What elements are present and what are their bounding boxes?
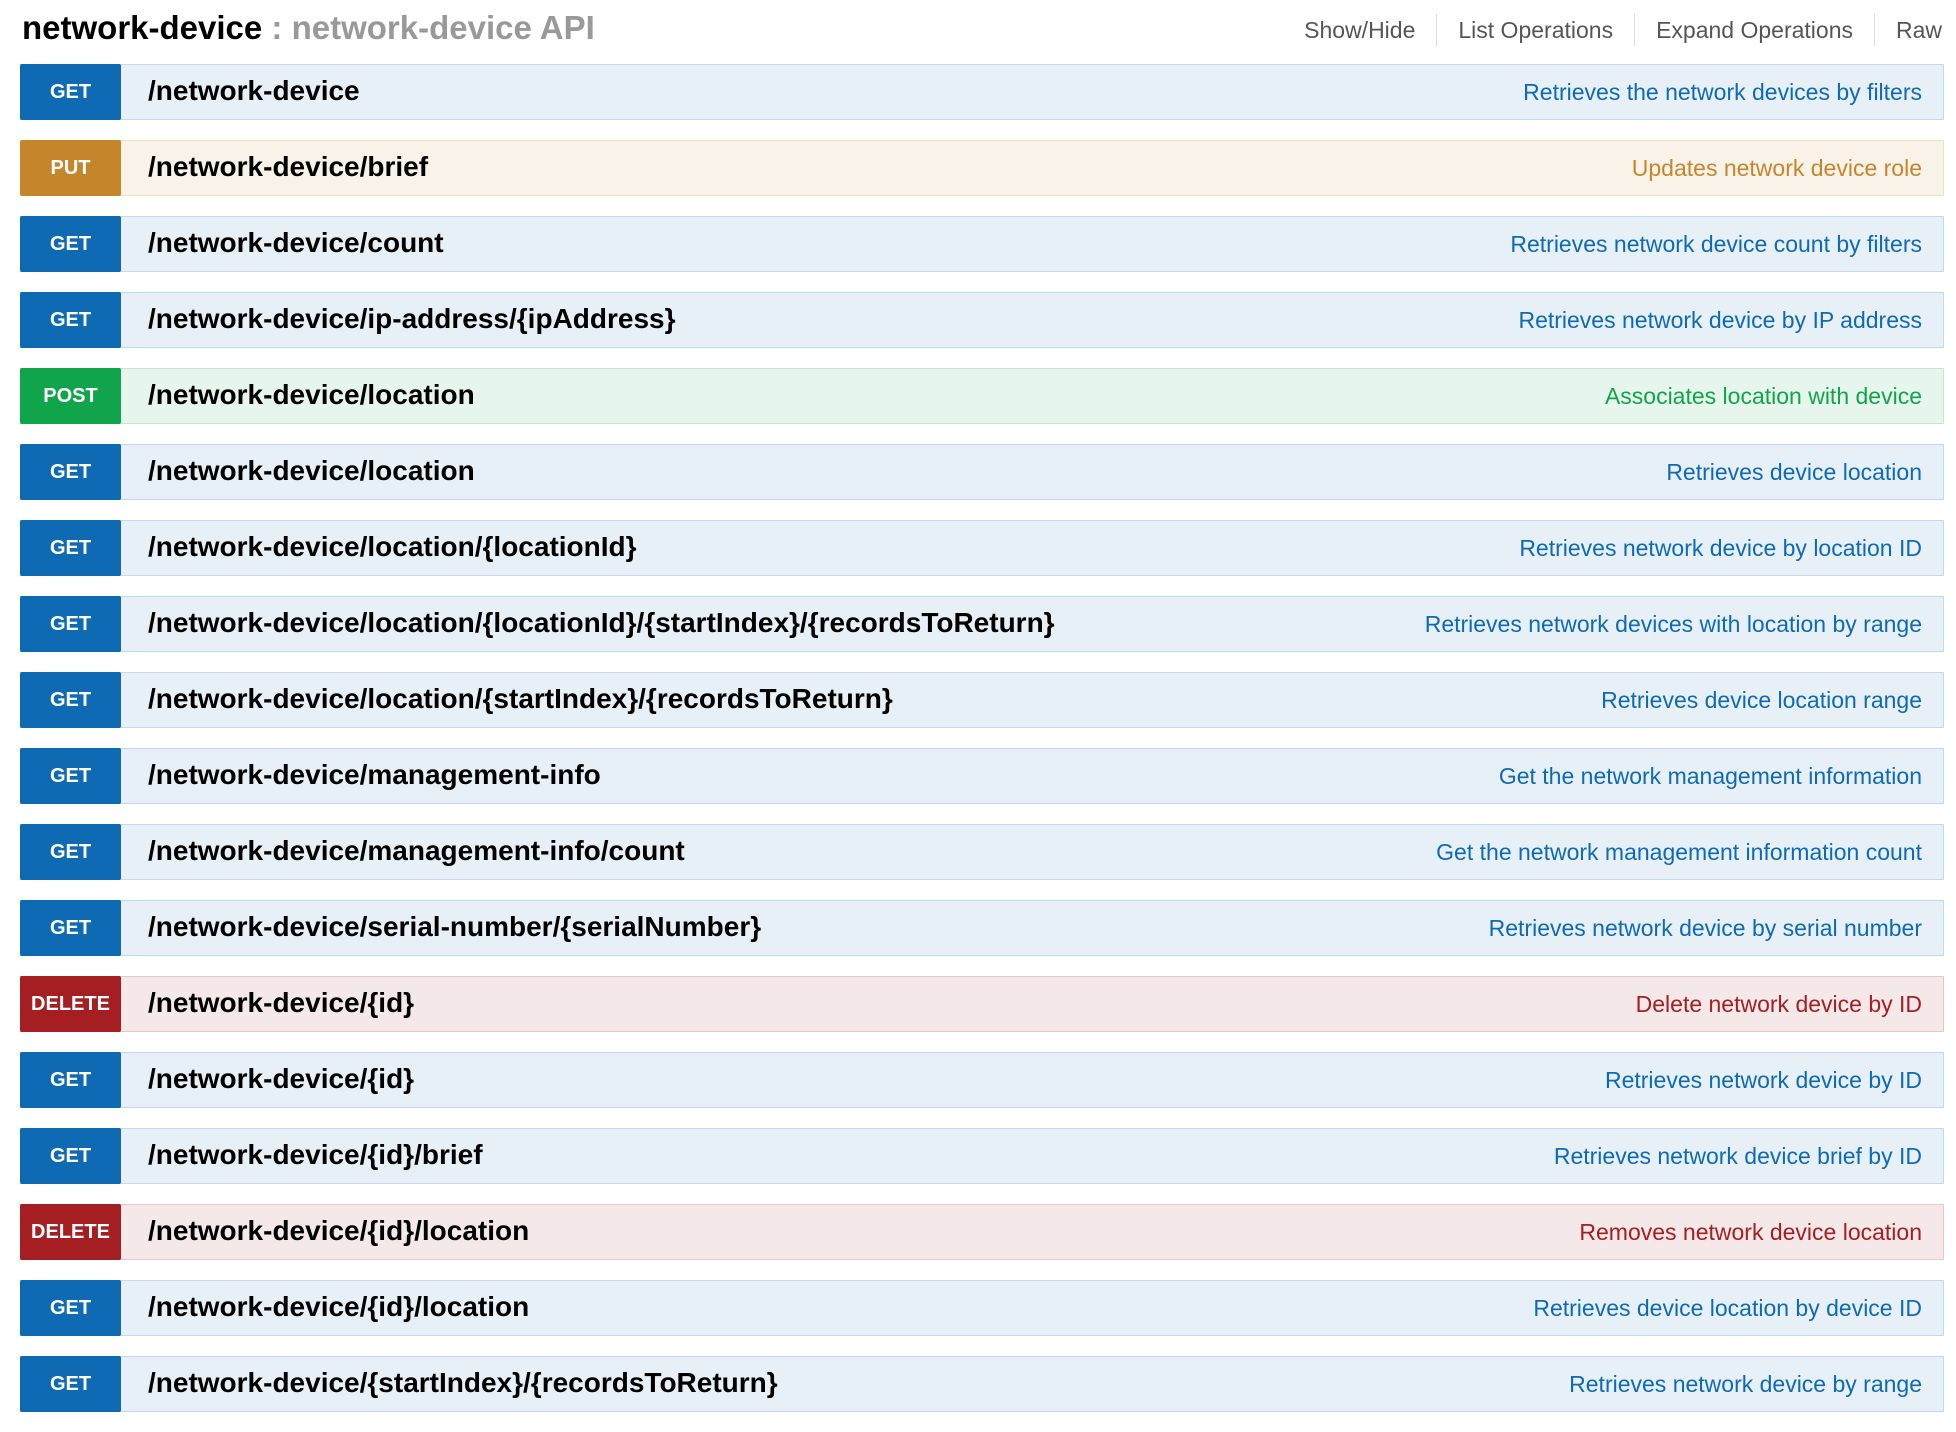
endpoint-summary[interactable]: Retrieves network device count by filter… (1510, 217, 1922, 271)
endpoint-path[interactable]: /network-device/management-info/count (148, 825, 685, 879)
operation-row[interactable]: GET /network-device/management-info/coun… (20, 824, 1944, 880)
operation-row[interactable]: DELETE /network-device/{id} Delete netwo… (20, 976, 1944, 1032)
resource-header: network-device : network-device API Show… (22, 0, 1942, 56)
endpoint-summary[interactable]: Retrieves network device brief by ID (1554, 1129, 1922, 1183)
operation-row[interactable]: GET /network-device/{id} Retrieves netwo… (20, 1052, 1944, 1108)
endpoint-summary[interactable]: Retrieves the network devices by filters (1523, 65, 1922, 119)
http-method-badge[interactable]: PUT (20, 140, 121, 196)
endpoint-path[interactable]: /network-device/brief (148, 141, 428, 195)
endpoint-path[interactable]: /network-device/location (148, 445, 475, 499)
http-method-badge[interactable]: GET (20, 520, 121, 576)
http-method-badge[interactable]: DELETE (20, 1204, 121, 1260)
endpoint-path[interactable]: /network-device/{id}/location (148, 1205, 529, 1259)
http-method-badge[interactable]: GET (20, 596, 121, 652)
endpoint-path[interactable]: /network-device (148, 65, 360, 119)
raw-link[interactable]: Raw (1873, 14, 1942, 46)
resource-title: network-device : network-device API (22, 6, 595, 50)
endpoint-path[interactable]: /network-device/{id}/brief (148, 1129, 483, 1183)
endpoint-summary[interactable]: Retrieves network device by serial numbe… (1489, 901, 1922, 955)
endpoint-path[interactable]: /network-device/location/{startIndex}/{r… (148, 673, 893, 727)
endpoint-summary[interactable]: Retrieves network device by location ID (1519, 521, 1922, 575)
endpoint-path[interactable]: /network-device/count (148, 217, 444, 271)
operation-row[interactable]: GET /network-device Retrieves the networ… (20, 64, 1944, 120)
operation-row[interactable]: GET /network-device/serial-number/{seria… (20, 900, 1944, 956)
operation-row[interactable]: PUT /network-device/brief Updates networ… (20, 140, 1944, 196)
operation-row[interactable]: GET /network-device/{startIndex}/{record… (20, 1356, 1944, 1412)
endpoint-path[interactable]: /network-device/location (148, 369, 475, 423)
endpoint-summary[interactable]: Removes network device location (1579, 1205, 1922, 1259)
title-separator: : (262, 9, 292, 46)
http-method-badge[interactable]: GET (20, 1356, 121, 1412)
endpoint-path[interactable]: /network-device/management-info (148, 749, 601, 803)
endpoint-path[interactable]: /network-device/ip-address/{ipAddress} (148, 293, 676, 347)
operation-row[interactable]: GET /network-device/location/{locationId… (20, 520, 1944, 576)
resource-description: network-device API (291, 9, 595, 46)
http-method-badge[interactable]: GET (20, 672, 121, 728)
operation-row[interactable]: GET /network-device/location/{locationId… (20, 596, 1944, 652)
http-method-badge[interactable]: GET (20, 292, 121, 348)
list-operations-link[interactable]: List Operations (1436, 14, 1634, 46)
operation-row[interactable]: GET /network-device/ip-address/{ipAddres… (20, 292, 1944, 348)
endpoint-path[interactable]: /network-device/location/{locationId}/{s… (148, 597, 1055, 651)
endpoint-summary[interactable]: Retrieves device location by device ID (1533, 1281, 1922, 1335)
endpoint-summary[interactable]: Delete network device by ID (1636, 977, 1922, 1031)
resource-actions: Show/Hide List Operations Expand Operati… (1283, 12, 1942, 48)
operation-row[interactable]: GET /network-device/count Retrieves netw… (20, 216, 1944, 272)
resource-name-link[interactable]: network-device (22, 9, 262, 46)
endpoint-path[interactable]: /network-device/{startIndex}/{recordsToR… (148, 1357, 778, 1411)
http-method-badge[interactable]: GET (20, 444, 121, 500)
api-resource-page: network-device : network-device API Show… (0, 0, 1956, 1422)
endpoint-summary[interactable]: Retrieves device location (1666, 445, 1922, 499)
endpoint-path[interactable]: /network-device/{id}/location (148, 1281, 529, 1335)
http-method-badge[interactable]: GET (20, 748, 121, 804)
http-method-badge[interactable]: DELETE (20, 976, 121, 1032)
http-method-badge[interactable]: GET (20, 216, 121, 272)
operations-list: GET /network-device Retrieves the networ… (20, 64, 1944, 1432)
endpoint-summary[interactable]: Retrieves network devices with location … (1425, 597, 1922, 651)
endpoint-summary[interactable]: Retrieves device location range (1601, 673, 1922, 727)
http-method-badge[interactable]: GET (20, 824, 121, 880)
http-method-badge[interactable]: GET (20, 1280, 121, 1336)
http-method-badge[interactable]: GET (20, 1052, 121, 1108)
expand-operations-link[interactable]: Expand Operations (1634, 14, 1874, 46)
http-method-badge[interactable]: GET (20, 900, 121, 956)
endpoint-summary[interactable]: Retrieves network device by IP address (1518, 293, 1922, 347)
endpoint-path[interactable]: /network-device/{id} (148, 977, 414, 1031)
endpoint-path[interactable]: /network-device/serial-number/{serialNum… (148, 901, 761, 955)
show-hide-link[interactable]: Show/Hide (1283, 14, 1436, 46)
operation-row[interactable]: GET /network-device/management-info Get … (20, 748, 1944, 804)
endpoint-summary[interactable]: Updates network device role (1632, 141, 1922, 195)
http-method-badge[interactable]: POST (20, 368, 121, 424)
endpoint-summary[interactable]: Retrieves network device by range (1569, 1357, 1922, 1411)
endpoint-path[interactable]: /network-device/location/{locationId} (148, 521, 637, 575)
http-method-badge[interactable]: GET (20, 1128, 121, 1184)
http-method-badge[interactable]: GET (20, 64, 121, 120)
endpoint-path[interactable]: /network-device/{id} (148, 1053, 414, 1107)
operation-row[interactable]: DELETE /network-device/{id}/location Rem… (20, 1204, 1944, 1260)
endpoint-summary[interactable]: Get the network management information c… (1436, 825, 1922, 879)
endpoint-summary[interactable]: Associates location with device (1605, 369, 1922, 423)
endpoint-summary[interactable]: Get the network management information (1499, 749, 1922, 803)
operation-row[interactable]: GET /network-device/location Retrieves d… (20, 444, 1944, 500)
operation-row[interactable]: GET /network-device/{id}/location Retrie… (20, 1280, 1944, 1336)
operation-row[interactable]: GET /network-device/{id}/brief Retrieves… (20, 1128, 1944, 1184)
operation-row[interactable]: POST /network-device/location Associates… (20, 368, 1944, 424)
operation-row[interactable]: GET /network-device/location/{startIndex… (20, 672, 1944, 728)
endpoint-summary[interactable]: Retrieves network device by ID (1605, 1053, 1922, 1107)
